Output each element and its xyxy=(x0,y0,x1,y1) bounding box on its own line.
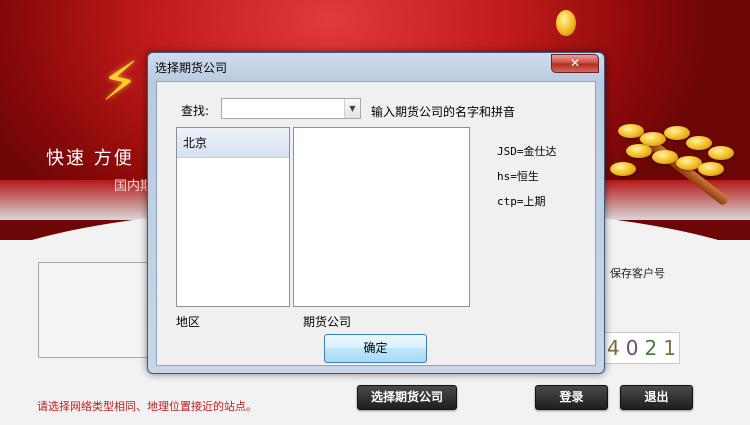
region-label: 地区 xyxy=(176,315,201,329)
search-combobox[interactable]: ▼ xyxy=(221,98,361,120)
dialog-title: 选择期货公司 xyxy=(155,61,228,75)
network-hint: 请选择网络类型相同、地理位置接近的站点。 xyxy=(37,400,257,413)
legend-jsd: JSD=金仕达 xyxy=(497,145,557,158)
exit-button[interactable]: 退出 xyxy=(620,385,693,410)
close-button[interactable]: ✕ xyxy=(551,54,599,73)
chevron-down-icon[interactable]: ▼ xyxy=(344,99,360,118)
coin-icon xyxy=(556,10,576,36)
captcha-char: 2 xyxy=(644,336,664,360)
login-form-panel xyxy=(38,262,150,358)
dialog-body: 查找: ▼ 输入期货公司的名字和拼音 北京 地区 期货公司 JSD=金仕达 hs… xyxy=(156,81,596,366)
captcha-char: 1 xyxy=(663,336,682,360)
lightning-logo-icon: ⚡ xyxy=(101,50,139,113)
region-item-beijing[interactable]: 北京 xyxy=(177,128,289,158)
captcha-image[interactable]: 4021 xyxy=(604,332,680,364)
ok-button[interactable]: 确定 xyxy=(324,334,427,363)
legend-ctp: ctp=上期 xyxy=(497,195,546,208)
search-label: 查找: xyxy=(181,104,210,118)
region-list[interactable]: 北京 xyxy=(176,127,290,307)
select-company-dialog: 选择期货公司 ✕ 查找: ▼ 输入期货公司的名字和拼音 北京 地区 期货公司 J… xyxy=(147,52,605,374)
gold-coins-decoration xyxy=(606,110,746,210)
close-icon: ✕ xyxy=(569,56,581,70)
legend-hs: hs=恒生 xyxy=(497,170,539,183)
banner-slogan: 快速 方便 xyxy=(46,148,134,169)
search-hint: 输入期货公司的名字和拼音 xyxy=(371,105,516,119)
login-button[interactable]: 登录 xyxy=(535,385,608,410)
captcha-char: 0 xyxy=(625,336,645,360)
captcha-char: 4 xyxy=(607,336,626,360)
select-company-button[interactable]: 选择期货公司 xyxy=(357,385,457,410)
search-input[interactable] xyxy=(222,100,342,120)
company-label: 期货公司 xyxy=(303,315,352,329)
company-list[interactable] xyxy=(293,127,470,307)
save-account-label[interactable]: 保存客户号 xyxy=(610,265,665,281)
